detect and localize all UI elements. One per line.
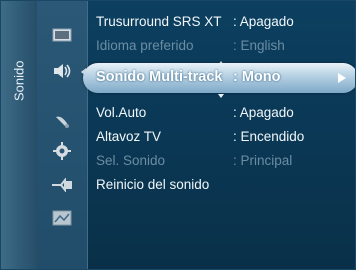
sound-icon[interactable] — [37, 59, 87, 83]
menu-item-trusurround[interactable]: Trusurround SRS XT : Apagado — [88, 10, 355, 34]
channel-icon[interactable] — [37, 109, 87, 133]
menu-item-label: Reinicio del sonido — [96, 177, 210, 192]
menu-item-label: Sel. Sonido — [96, 153, 166, 168]
category-tab: Sonido — [1, 1, 37, 269]
menu-item-volauto[interactable]: Vol.Auto : Apagado — [88, 101, 355, 125]
input-icon[interactable] — [37, 173, 87, 197]
menu-item-sel-sonido: Sel. Sonido : Principal — [88, 149, 355, 173]
menu-item-reinicio[interactable]: Reinicio del sonido — [88, 173, 355, 197]
menu-content: Trusurround SRS XT : Apagado Idioma pref… — [83, 1, 355, 269]
menu-item-altavoz[interactable]: Altavoz TV : Encendido — [88, 125, 355, 149]
osd-menu: Sonido Trusurround SRS XT: Apagado Idio… — [0, 0, 356, 270]
category-label: Sonido — [11, 60, 27, 102]
menu-item-value: : Apagado — [233, 14, 294, 29]
menu-item-label: Vol.Auto — [96, 105, 147, 120]
submenu-arrow-icon[interactable] — [338, 73, 346, 83]
menu-item-label: Sonido Multi-track — [96, 69, 223, 85]
menu-item-value: : Mono — [233, 69, 281, 85]
menu-item-label: Trusurround SRS XT — [96, 14, 222, 29]
menu-item-idioma: Idioma preferido : English — [88, 34, 355, 58]
menu-item-multitrack[interactable]: Sonido Multi-track : Mono — [83, 63, 355, 93]
application-icon[interactable] — [37, 206, 87, 230]
menu-item-label: Idioma preferido — [96, 38, 194, 53]
setup-icon[interactable] — [37, 139, 87, 163]
menu-item-value: : Principal — [233, 153, 293, 168]
menu-item-value: : Encendido — [233, 129, 305, 144]
picture-icon[interactable] — [37, 23, 87, 47]
menu-item-value: : Apagado — [233, 105, 294, 120]
menu-item-label: Altavoz TV — [96, 129, 162, 144]
menu-icon-column — [37, 1, 88, 269]
menu-item-value: : English — [233, 38, 285, 53]
scroll-down-arrow-icon — [218, 94, 224, 98]
